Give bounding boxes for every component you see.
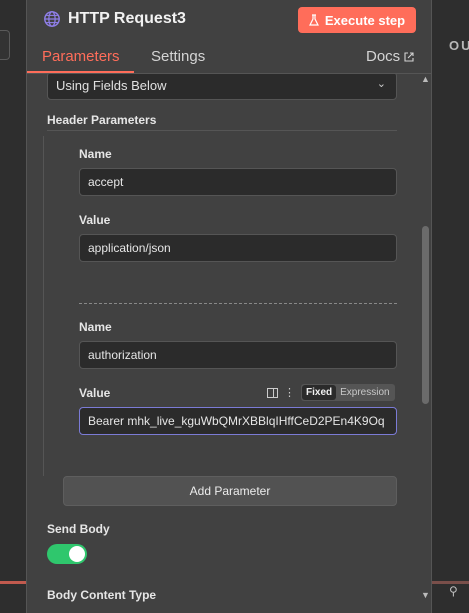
mode-expression-option[interactable]: Expression xyxy=(336,385,393,400)
body-content-type-label: Body Content Type xyxy=(47,588,157,602)
chevron-down-icon: ⌄ xyxy=(376,78,386,90)
send-body-label: Send Body xyxy=(47,522,110,536)
split-view-icon[interactable] xyxy=(267,387,278,398)
execute-step-button[interactable]: Execute step xyxy=(298,7,416,33)
specify-headers-select[interactable]: Using Fields Below ⌄ xyxy=(47,74,397,100)
parameter-group-line xyxy=(43,136,44,476)
param-2-value-input[interactable]: Bearer mhk_live_kguWbQMrXBBlqIHffCeD2PEn… xyxy=(79,407,397,435)
canvas-node-edge xyxy=(0,30,10,60)
specify-headers-value: Using Fields Below xyxy=(56,78,167,93)
external-link-icon xyxy=(404,51,414,62)
tab-parameters[interactable]: Parameters xyxy=(42,48,120,65)
output-panel-title: OU xyxy=(449,38,469,53)
active-tab-indicator xyxy=(27,71,134,73)
tab-settings[interactable]: Settings xyxy=(151,48,205,65)
param-1-value-label: Value xyxy=(79,213,111,227)
globe-icon xyxy=(44,11,60,27)
param-2-name-input[interactable]: authorization xyxy=(79,341,397,369)
panel-tabs: Parameters Settings Docs xyxy=(27,40,431,74)
parameter-separator xyxy=(79,303,397,304)
param-2-value-label: Value xyxy=(79,386,111,400)
toggle-knob xyxy=(69,546,85,562)
send-body-toggle[interactable] xyxy=(47,544,87,564)
parameters-content: Using Fields Below ⌄ Header Parameters N… xyxy=(27,74,419,613)
execute-step-label: Execute step xyxy=(324,12,406,28)
node-title[interactable]: HTTP Request3 xyxy=(68,10,186,28)
node-parameters-panel: HTTP Request3 Execute step Parameters Se… xyxy=(26,0,432,613)
section-divider xyxy=(47,130,397,131)
scroll-up-arrow-icon[interactable]: ▲ xyxy=(421,74,430,84)
add-parameter-button[interactable]: Add Parameter xyxy=(63,476,397,506)
param-1-value-input[interactable]: application/json xyxy=(79,234,397,262)
docs-label: Docs xyxy=(366,48,401,65)
panel-header: HTTP Request3 Execute step xyxy=(27,0,431,40)
fixed-expression-toggle: Fixed Expression xyxy=(301,384,395,401)
header-parameters-title: Header Parameters xyxy=(47,113,157,127)
scroll-down-arrow-icon[interactable]: ▼ xyxy=(421,590,430,600)
tab-docs[interactable]: Docs xyxy=(366,48,414,65)
more-options-icon[interactable]: ⋮ xyxy=(284,386,295,399)
param-1-name-input[interactable]: accept xyxy=(79,168,397,196)
scrollbar-thumb[interactable] xyxy=(422,226,429,404)
mode-fixed-option[interactable]: Fixed xyxy=(302,385,337,400)
canvas-connection-line xyxy=(0,581,26,584)
lightbulb-icon[interactable]: ⚲ xyxy=(449,584,458,598)
flask-icon xyxy=(308,14,319,26)
value-toolbar: ⋮ Fixed Expression xyxy=(267,384,395,401)
param-2-name-label: Name xyxy=(79,320,112,334)
param-1-name-label: Name xyxy=(79,147,112,161)
panel-scrollbar[interactable]: ▲ ▼ xyxy=(419,74,433,604)
